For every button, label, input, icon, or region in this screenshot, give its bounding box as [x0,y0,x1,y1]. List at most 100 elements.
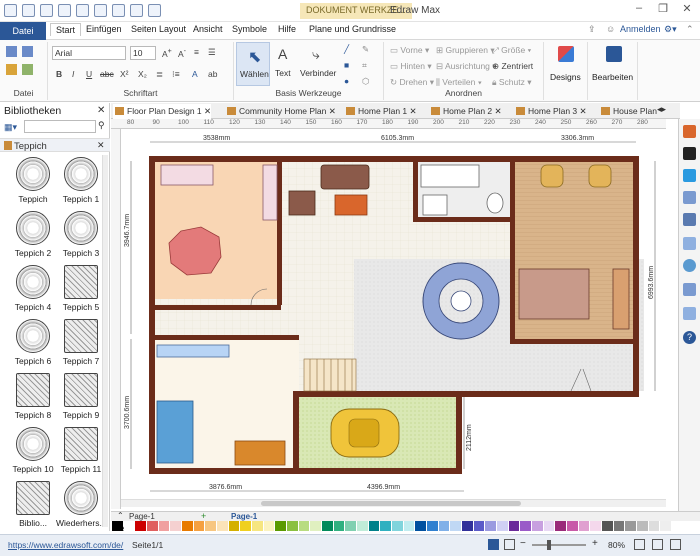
dresser[interactable] [612,268,630,330]
shrink-font-icon[interactable]: A- [178,47,186,59]
edit-icon[interactable] [606,46,622,62]
select-tool-button[interactable]: ⬉ Wählen [236,42,270,86]
palette-swatch[interactable] [625,521,636,531]
sofa-top[interactable] [320,164,370,190]
palette-swatch[interactable] [170,521,181,531]
palette-swatch[interactable] [415,521,426,531]
tab-home-plan-3[interactable]: Home Plan 3 ✕ [514,104,587,119]
section-close-icon[interactable]: ✕ [97,140,105,151]
view-fullscreen-icon[interactable] [504,539,515,550]
strikethrough-icon[interactable]: abc [100,69,114,79]
palette-swatch[interactable] [543,521,555,531]
rug-thumbnail[interactable] [16,427,50,461]
palette-swatch[interactable] [310,521,321,531]
grow-font-icon[interactable]: A+ [162,47,172,59]
rug-thumbnail[interactable] [16,211,50,245]
palette-swatch[interactable] [205,521,216,531]
image-icon[interactable] [683,191,696,204]
palette-swatch[interactable] [275,521,286,531]
palette-swatch[interactable] [252,521,263,531]
tabs-scroll-icon[interactable]: ◂▸ [657,104,666,115]
designs-icon[interactable] [558,46,574,62]
palette-swatch[interactable] [263,521,275,531]
palette-swatch[interactable] [497,521,508,531]
tab-floor-plan-design-1[interactable]: Floor Plan Design 1 ✕ [113,104,212,119]
customize-icon[interactable] [148,4,161,17]
palette-swatch[interactable] [217,521,228,531]
ribbon-collapse-icon[interactable]: ⌃ [686,24,694,35]
palette-swatch[interactable] [298,521,310,531]
library-search-input[interactable] [24,120,96,133]
superscript-icon[interactable]: X² [120,69,129,79]
more-shapes-icon[interactable]: ✎ [362,44,369,55]
line-style-icon[interactable] [683,147,696,160]
palette-swatch[interactable] [462,521,473,531]
palette-swatch[interactable] [158,521,170,531]
menu-hilfe[interactable]: Hilfe [278,24,296,34]
page-tab-1[interactable]: Page-1 [231,512,257,521]
canvas-hscrollbar[interactable] [121,499,666,507]
palette-swatch[interactable] [403,521,415,531]
export-icon[interactable] [130,4,143,17]
palette-swatch[interactable] [182,521,193,531]
palette-swatch[interactable] [532,521,543,531]
help-icon[interactable]: ? [683,331,696,344]
palette-swatch[interactable] [240,521,251,531]
menu-symbole[interactable]: Symbole [232,24,267,34]
undo-icon[interactable] [22,4,35,17]
italic-icon[interactable]: I [72,69,74,79]
fit-width-icon[interactable] [652,539,663,550]
add-page-icon[interactable]: + [201,511,206,521]
window-seat[interactable] [156,344,230,358]
bold-icon[interactable]: B [56,69,62,79]
paste-icon[interactable] [6,64,17,75]
palette-swatch[interactable] [135,521,146,531]
view-normal-icon[interactable] [488,539,499,550]
palette-swatch[interactable] [287,521,298,531]
save-icon[interactable] [94,4,107,17]
align-button[interactable]: ⊟ Ausrichtung ▾ [436,61,497,72]
palette-swatch[interactable] [602,521,613,531]
share-icon[interactable]: ⇪ [588,24,596,35]
page-icon[interactable] [683,237,696,250]
palette-swatch[interactable] [637,521,648,531]
center-button[interactable]: ⊕ Zentriert [492,61,533,72]
group-button[interactable]: ⊞ Gruppieren ▾ [436,45,495,56]
palette-swatch[interactable] [345,521,356,531]
library-scrollbar[interactable] [102,155,108,527]
palette-swatch[interactable] [613,521,625,531]
page-select[interactable]: Page-1 [129,512,155,521]
rug-thumbnail[interactable] [64,373,98,407]
website-link[interactable]: https://www.edrawsoft.com/de/ [8,540,123,550]
font-color-icon[interactable]: A [192,69,198,79]
designs-button[interactable]: Designs [550,72,581,82]
list-icon[interactable]: ☰ [208,47,216,58]
align-icon[interactable]: ≡ [194,47,199,57]
palette-swatch[interactable] [660,521,671,531]
palette-swatch[interactable] [648,521,660,531]
hyperlink-icon[interactable] [683,259,696,272]
chair-1[interactable] [540,164,564,188]
settings-icon[interactable]: ⚙▾ [664,24,677,35]
shadow-icon[interactable] [683,169,696,182]
library-section-header[interactable]: Teppich ✕ [0,138,110,152]
toilet[interactable] [486,192,504,214]
drawing-canvas[interactable]: 3538mm 6105.3mm 3306.3mm 3946.7mm 3700.6… [121,129,666,509]
palette-swatch[interactable] [485,521,496,531]
bullet-list-icon[interactable]: ⁝≡ [172,69,180,80]
fit-page-icon[interactable] [634,539,645,550]
zoom-out-icon[interactable]: − [520,538,526,549]
palette-swatch[interactable] [450,521,461,531]
ellipse-tool-icon[interactable]: ● [344,76,349,86]
palette-swatch[interactable] [555,521,566,531]
library-close-icon[interactable]: ✕ [97,105,105,116]
search-icon[interactable]: ⚲ [98,120,105,131]
highlight-icon[interactable]: ab [208,69,217,79]
edit-button[interactable]: Bearbeiten [592,72,633,82]
floor-plan[interactable]: 3538mm 6105.3mm 3306.3mm 3946.7mm 3700.6… [121,129,666,509]
full-screen-icon[interactable] [670,539,681,550]
double-bed[interactable] [518,268,590,320]
bring-front-button[interactable]: ▭ Vorne ▾ [390,45,429,56]
pen-tool-icon[interactable]: ⬡ [362,76,369,87]
zoom-in-icon[interactable]: + [592,538,598,549]
